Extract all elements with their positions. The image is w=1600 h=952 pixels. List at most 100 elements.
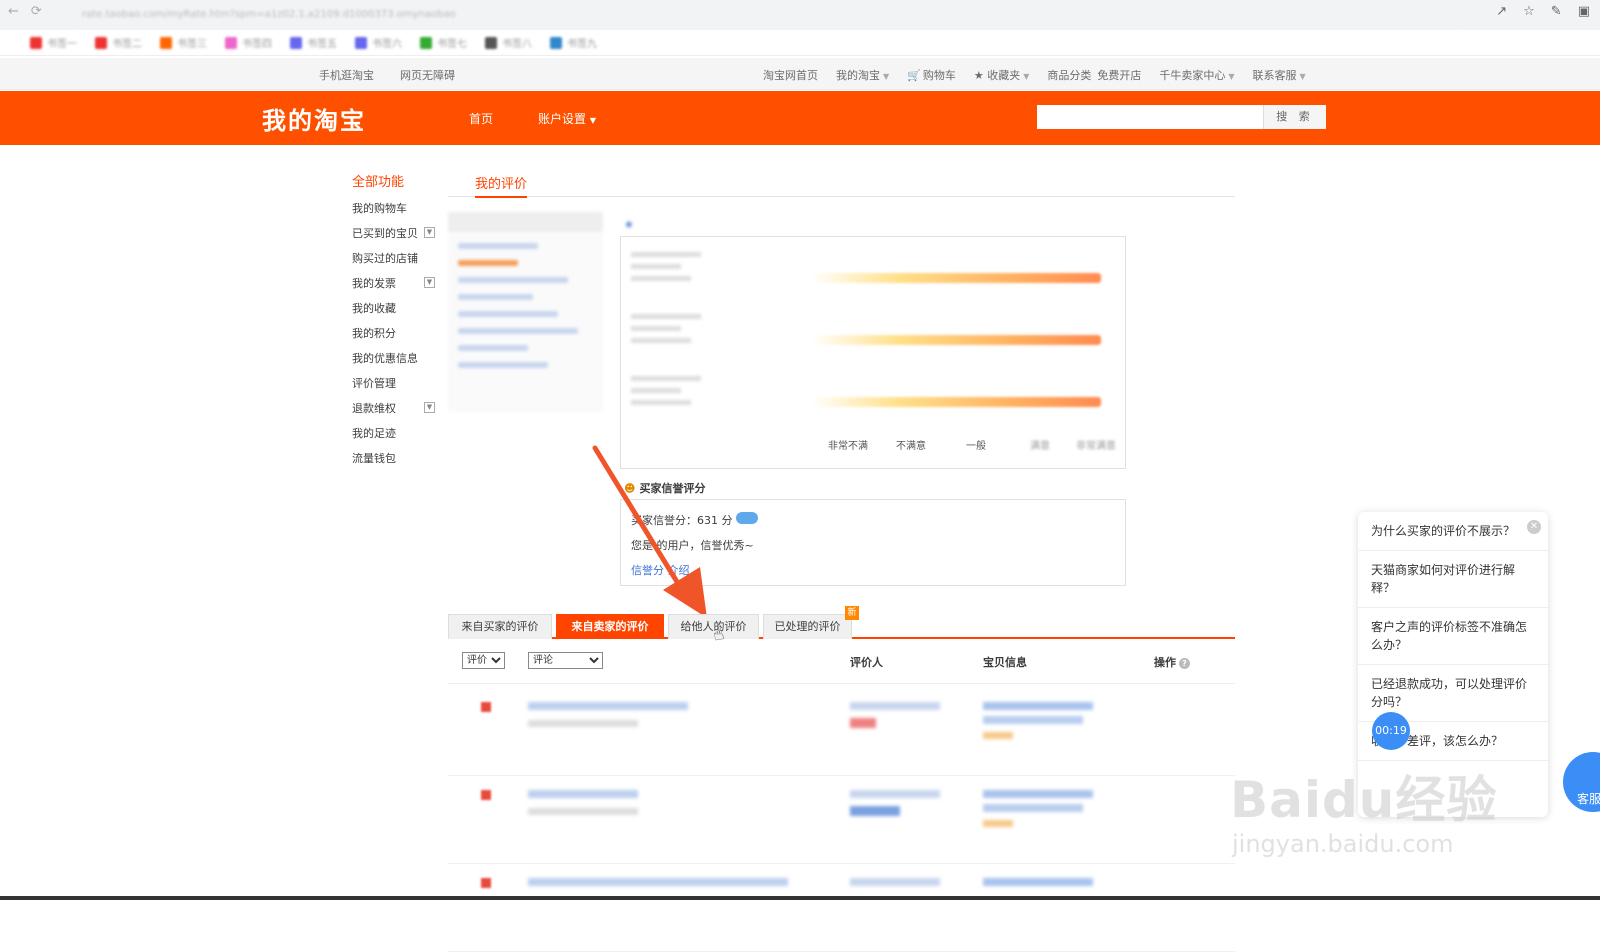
sidebar-item-refunds[interactable]: 退款维权 ▼: [352, 402, 442, 427]
page-tab-bar: 我的评价: [448, 170, 1235, 198]
search-button[interactable]: 搜 索: [1263, 105, 1326, 129]
rating-row: [631, 307, 1111, 357]
browser-nav: ← ⟳: [8, 4, 42, 19]
tab-handled[interactable]: 已处理的评价: [763, 614, 852, 639]
column-item-info: 宝贝信息: [983, 656, 1027, 669]
expand-icon[interactable]: ▼: [424, 277, 435, 288]
annotation-arrow-icon: [592, 445, 707, 618]
table-row: [448, 688, 1235, 776]
cart-link[interactable]: 🛒 购物车: [907, 67, 956, 83]
address-bar[interactable]: rate.taobao.com/myRate.htm?spm=a1z02.1.a…: [72, 4, 1462, 26]
sidebar-item-cart[interactable]: 我的购物车: [352, 202, 442, 227]
login-greeting[interactable]: [265, 67, 293, 83]
page-header: 我的淘宝 首页 账户设置 ▼ 搜 索: [0, 91, 1600, 153]
bottom-edge: [0, 896, 1600, 900]
rating-section-title[interactable]: ★: [624, 218, 700, 231]
reload-icon[interactable]: ⟳: [31, 4, 42, 19]
help-question[interactable]: 天猫商家如何对评价进行解释？: [1358, 551, 1548, 608]
bookmark[interactable]: 书签五: [290, 35, 337, 50]
chevron-down-icon: ▼: [1299, 72, 1306, 81]
customer-service-button[interactable]: 客服: [1563, 752, 1600, 812]
help-question[interactable]: 为什么买家的评价不展示？: [1358, 512, 1548, 551]
browser-actions: ↗ ☆ ✎ ▣: [1496, 4, 1590, 19]
scale-label: 满意: [1030, 441, 1050, 452]
scale-label: 非常满意: [1076, 441, 1116, 452]
star-icon: ★: [973, 69, 984, 82]
help-icon[interactable]: ?: [1179, 658, 1190, 669]
nav-account-settings[interactable]: 账户设置 ▼: [538, 110, 596, 127]
personal-info-panel: [448, 212, 603, 412]
rating-row: [631, 369, 1111, 419]
rating-flag-icon: [481, 702, 491, 712]
rating-bar: [811, 397, 1101, 407]
bookmark[interactable]: 书签三: [160, 35, 207, 50]
column-reviewer: 评价人: [850, 656, 883, 669]
sidebar-item-footprints[interactable]: 我的足迹: [352, 427, 442, 452]
browser-toolbar: ← ⟳ rate.taobao.com/myRate.htm?spm=a1z02…: [0, 0, 1600, 30]
sidebar-item-data-wallet[interactable]: 流量钱包: [352, 452, 442, 477]
rating-bar: [811, 335, 1101, 345]
rating-panel: 非常不满 不满意 一般 满意 非常满意: [620, 236, 1126, 469]
baidu-watermark: Baidu经验: [1230, 771, 1498, 829]
rating-row: [631, 245, 1111, 295]
close-icon[interactable]: ✕: [1527, 520, 1541, 534]
rating-filter-select[interactable]: 评价: [462, 652, 505, 669]
taobao-home-link[interactable]: 淘宝网首页: [763, 67, 818, 83]
sidebar: 全部功能 我的购物车 已买到的宝贝 ▼ 购买过的店铺 我的发票 ▼ 我的收藏 我的积…: [352, 171, 442, 477]
diamond-badge-icon: [736, 512, 758, 524]
watermark-url: jingyan.baidu.com: [1232, 830, 1454, 858]
sidebar-item-favorites[interactable]: 我的收藏: [352, 302, 442, 327]
review-tabs: 来自买家的评价 来自卖家的评价 给他人的评价 已处理的评价 新: [448, 606, 1235, 639]
site-nav: 手机逛淘宝 网页无障碍 淘宝网首页 我的淘宝 ▼ 🛒 购物车 ★ 收藏夹 ▼ 商品分类…: [0, 58, 1600, 90]
categories-link[interactable]: 商品分类: [1047, 67, 1091, 83]
chevron-down-icon: ▼: [589, 116, 596, 125]
search-input[interactable]: [1037, 105, 1263, 129]
bookmark[interactable]: 书签六: [355, 35, 402, 50]
share-icon[interactable]: ↗: [1496, 4, 1507, 19]
extensions-icon[interactable]: ✎: [1551, 4, 1562, 19]
tab-from-seller[interactable]: 来自卖家的评价: [556, 614, 664, 639]
nav-home[interactable]: 首页: [469, 110, 493, 153]
chevron-down-icon: ▼: [1228, 72, 1235, 81]
tab-my-reviews[interactable]: 我的评价: [475, 173, 528, 198]
new-badge: 新: [845, 606, 859, 620]
tab-from-buyer[interactable]: 来自买家的评价: [448, 614, 552, 639]
video-timer: 00:19: [1372, 712, 1410, 750]
chevron-down-icon: ▼: [883, 72, 890, 81]
seller-center-link[interactable]: 千牛卖家中心 ▼: [1159, 67, 1234, 83]
bookmark[interactable]: 书签七: [420, 35, 467, 50]
mobile-taobao-link[interactable]: 手机逛淘宝: [319, 67, 374, 83]
bookmark[interactable]: 书签八: [485, 35, 532, 50]
sidepanel-icon[interactable]: ▣: [1578, 4, 1590, 19]
accessibility-link[interactable]: 网页无障碍: [400, 67, 455, 83]
open-shop-link[interactable]: 免费开店: [1097, 67, 1141, 83]
sidebar-item-shops[interactable]: 购买过的店铺: [352, 252, 442, 277]
star-icon[interactable]: ☆: [1523, 4, 1535, 19]
table-row: [448, 776, 1235, 864]
favorites-link[interactable]: ★ 收藏夹 ▼: [974, 67, 1030, 83]
content-filter-select[interactable]: 评论: [528, 652, 603, 669]
scale-label: 不满意: [896, 441, 926, 452]
expand-icon[interactable]: ▼: [424, 402, 435, 413]
cart-icon: 🛒: [907, 69, 921, 82]
contact-service-link[interactable]: 联系客服 ▼: [1253, 67, 1306, 83]
sidebar-item-bought[interactable]: 已买到的宝贝 ▼: [352, 227, 442, 252]
bookmark[interactable]: 书签一: [30, 35, 77, 50]
expand-icon[interactable]: ▼: [424, 227, 435, 238]
scale-label: 非常不满: [828, 441, 868, 452]
sidebar-item-reviews[interactable]: 评价管理: [352, 377, 442, 402]
sidebar-item-coupons[interactable]: 我的优惠信息: [352, 352, 442, 377]
sidebar-item-points[interactable]: 我的积分: [352, 327, 442, 352]
back-icon[interactable]: ←: [8, 4, 19, 19]
review-table-header: 评价 评论 评价人 宝贝信息 操作?: [448, 648, 1235, 684]
customer-service-label: 客服: [1577, 792, 1600, 806]
sidebar-item-invoice[interactable]: 我的发票 ▼: [352, 277, 442, 302]
help-question[interactable]: 客户之声的评价标签不准确怎么办？: [1358, 608, 1548, 665]
my-taobao-logo[interactable]: 我的淘宝: [262, 101, 366, 136]
bookmark[interactable]: 书签四: [225, 35, 272, 50]
sidebar-title[interactable]: 全部功能: [352, 171, 442, 190]
bookmark[interactable]: 书签二: [95, 35, 142, 50]
bookmark[interactable]: 书签九: [550, 35, 597, 50]
rating-flag-icon: [481, 878, 491, 888]
my-taobao-link[interactable]: 我的淘宝 ▼: [836, 67, 889, 83]
